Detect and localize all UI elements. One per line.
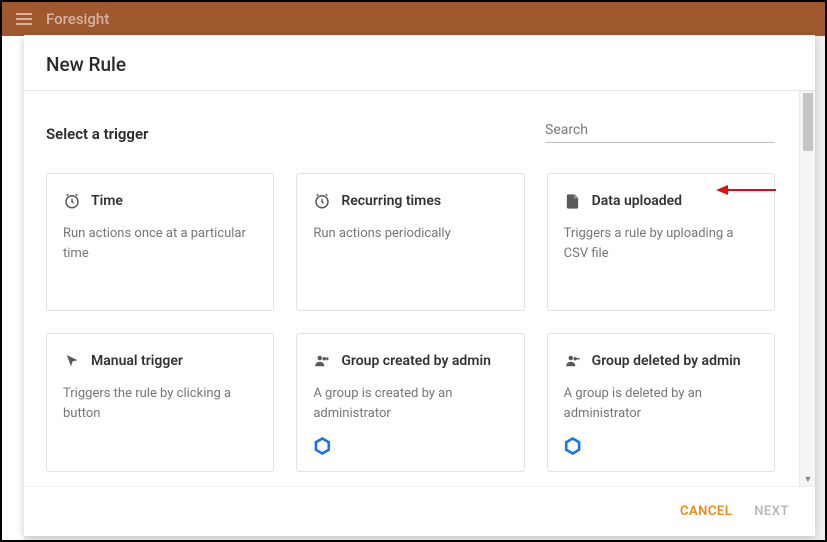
search-field-wrap[interactable] [545,119,775,143]
search-input[interactable] [545,122,775,138]
trigger-title: Manual trigger [91,353,183,369]
trigger-desc: A group is deleted by an administrator [564,384,758,423]
scroll-down-arrow-icon[interactable]: ▼ [800,472,815,486]
new-rule-modal: New Rule Select a trigger [24,35,815,536]
cursor-icon [63,352,81,370]
trigger-title: Recurring times [341,193,441,209]
trigger-card-recurring[interactable]: Recurring times Run actions periodically [296,173,524,311]
trigger-card-data-uploaded[interactable]: Data uploaded Triggers a rule by uploadi… [547,173,775,311]
group-remove-icon [564,352,582,370]
provider-badge-icon [564,437,582,455]
trigger-title: Group deleted by admin [592,353,741,369]
trigger-desc: Run actions once at a particular time [63,224,257,263]
next-button[interactable]: NEXT [754,504,789,519]
group-add-icon [313,352,331,370]
select-trigger-heading: Select a trigger [46,125,148,143]
hamburger-icon[interactable] [16,13,32,25]
trigger-title: Data uploaded [592,193,682,209]
app-brand: Foresight [46,10,109,28]
trigger-card-time[interactable]: Time Run actions once at a particular ti… [46,173,274,311]
cancel-button[interactable]: CANCEL [680,504,732,519]
trigger-card-manual[interactable]: Manual trigger Triggers the rule by clic… [46,333,274,472]
trigger-cards-grid: Time Run actions once at a particular ti… [46,173,775,472]
trigger-title: Time [91,193,123,209]
trigger-card-group-created[interactable]: Group created by admin A group is create… [296,333,524,472]
trigger-desc: A group is created by an administrator [313,384,507,423]
trigger-title: Group created by admin [341,353,491,369]
modal-header: New Rule [24,35,815,91]
trigger-desc: Triggers a rule by uploading a CSV file [564,224,758,263]
trigger-card-group-deleted[interactable]: Group deleted by admin A group is delete… [547,333,775,472]
provider-badge-icon [313,437,331,455]
scrollbar-track[interactable]: ▲ ▼ [799,91,815,486]
modal-footer: CANCEL NEXT [24,486,815,536]
modal-body: Select a trigger Time Run actions o [24,91,815,486]
clock-icon [313,192,331,210]
trigger-desc: Run actions periodically [313,224,507,244]
trigger-desc: Triggers the rule by clicking a button [63,384,257,423]
modal-title: New Rule [46,53,793,76]
scrollbar-thumb[interactable] [803,93,813,151]
clock-icon [63,192,81,210]
file-icon [564,192,582,210]
app-topbar: Foresight [2,2,825,36]
